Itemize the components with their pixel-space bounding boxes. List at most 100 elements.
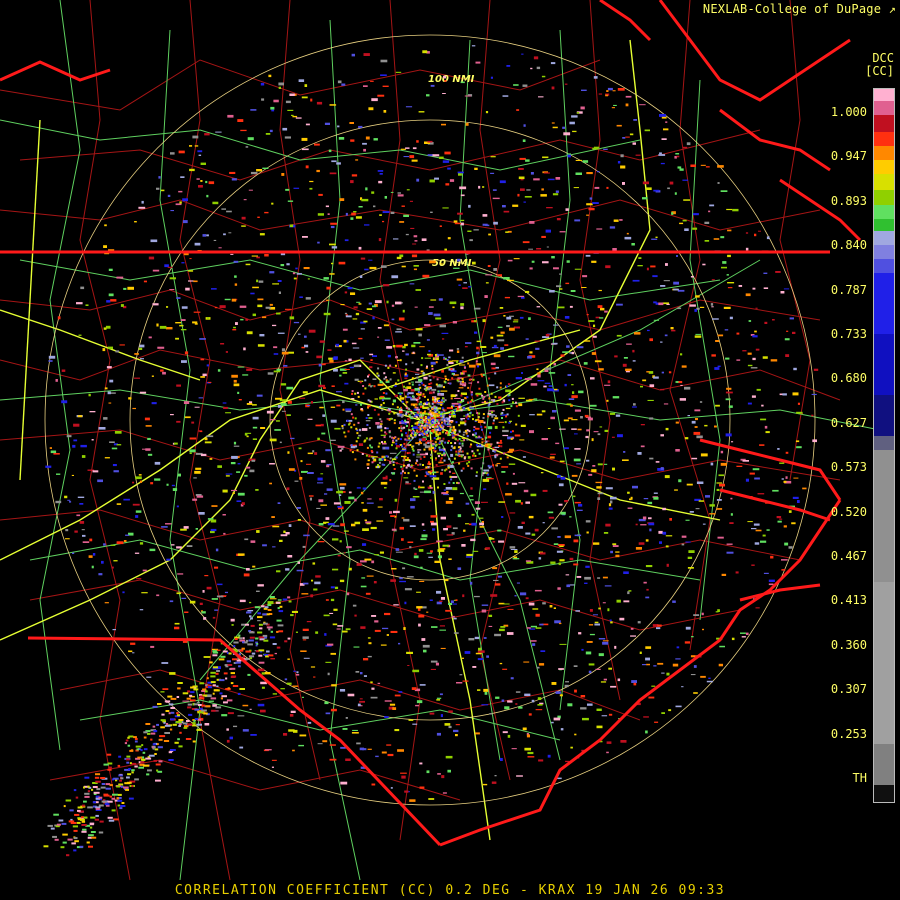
radar-echo (446, 366, 449, 369)
radar-echo (72, 825, 78, 828)
radar-echo (393, 422, 396, 425)
radar-echo (71, 842, 76, 845)
radar-echo (110, 544, 116, 546)
radar-echo (418, 111, 425, 113)
radar-echo (418, 614, 425, 618)
radar-echo (518, 706, 523, 709)
radar-echo (702, 263, 706, 266)
radar-echo (434, 428, 437, 431)
radar-echo (494, 633, 501, 637)
radar-echo (317, 213, 324, 216)
radar-echo (314, 581, 321, 585)
radar-echo (145, 425, 152, 427)
radar-echo (526, 627, 531, 629)
radar-echo (553, 717, 561, 721)
scale-units: DCC [CC] (865, 52, 894, 78)
radar-echo (564, 684, 569, 688)
radar-echo (119, 779, 122, 782)
radar-echo (360, 403, 362, 406)
radar-echo (439, 629, 446, 631)
radar-echo (783, 480, 787, 483)
radar-echo (427, 353, 432, 356)
radar-echo (751, 528, 757, 530)
radar-echo (617, 678, 621, 682)
radar-echo (403, 385, 405, 388)
radar-echo (290, 710, 296, 713)
radar-echo (105, 787, 111, 790)
scale-band (874, 743, 894, 785)
scale-tick-label: TH (852, 771, 867, 785)
radar-echo (437, 390, 440, 393)
radar-echo (471, 450, 474, 453)
radar-echo (573, 495, 576, 498)
radar-echo (379, 214, 382, 216)
radar-echo (544, 382, 551, 384)
radar-echo (565, 574, 570, 576)
radar-echo (329, 744, 336, 746)
radar-echo (286, 414, 291, 416)
radar-echo (649, 457, 654, 460)
radar-echo (361, 198, 369, 202)
radar-echo (537, 380, 545, 382)
radar-echo (457, 446, 460, 449)
radar-echo (642, 379, 647, 382)
radar-echo (415, 474, 418, 477)
radar-echo (82, 828, 87, 831)
radar-echo (177, 738, 180, 741)
radar-echo (404, 790, 409, 793)
radar-echo (61, 822, 67, 825)
radar-echo (458, 284, 461, 286)
radar-echo (272, 546, 276, 548)
radar-echo (256, 530, 260, 533)
radar-echo (202, 373, 207, 377)
radar-echo (432, 471, 437, 474)
radar-echo (594, 186, 600, 189)
radar-echo (620, 740, 627, 743)
radar-echo (427, 408, 430, 411)
radar-echo (243, 573, 250, 577)
external-link-icon[interactable]: ↗ (889, 2, 896, 16)
radar-echo (520, 424, 526, 427)
radar-echo (469, 445, 472, 448)
radar-echo (506, 316, 512, 320)
radar-echo (369, 266, 377, 270)
radar-echo (84, 795, 90, 798)
radar-echo (512, 558, 520, 560)
radar-echo (745, 632, 749, 635)
radar-echo (613, 219, 619, 222)
radar-echo (295, 117, 302, 119)
radar-echo (426, 401, 428, 404)
radar-echo (430, 457, 433, 459)
radar-echo (151, 375, 154, 377)
radar-echo (257, 620, 261, 622)
scale-band (874, 273, 894, 335)
radar-echo (617, 88, 625, 91)
radar-echo (413, 487, 416, 490)
radar-echo (378, 180, 383, 184)
radar-echo (437, 773, 441, 775)
radar-echo (501, 516, 504, 518)
radar-echo (652, 275, 658, 278)
radar-echo (176, 384, 181, 387)
radar-echo (249, 615, 252, 618)
radar-echo (104, 457, 110, 459)
radar-echo (231, 178, 237, 181)
radar-echo (615, 554, 620, 558)
radar-echo (426, 365, 428, 368)
radar-echo (287, 637, 291, 640)
radar-echo (481, 474, 484, 477)
radar-echo (408, 429, 411, 432)
radar-echo (574, 534, 582, 537)
radar-echo (463, 383, 466, 386)
radar-echo (266, 626, 273, 629)
radar-echo (440, 597, 445, 600)
radar-echo (505, 415, 508, 418)
radar-echo (439, 625, 445, 627)
radar-echo (569, 121, 575, 125)
radar-echo (488, 384, 495, 387)
radar-echo (494, 775, 497, 777)
radar-echo (666, 672, 670, 676)
radar-echo (370, 80, 374, 82)
radar-echo (77, 806, 83, 809)
radar-echo (434, 357, 437, 360)
